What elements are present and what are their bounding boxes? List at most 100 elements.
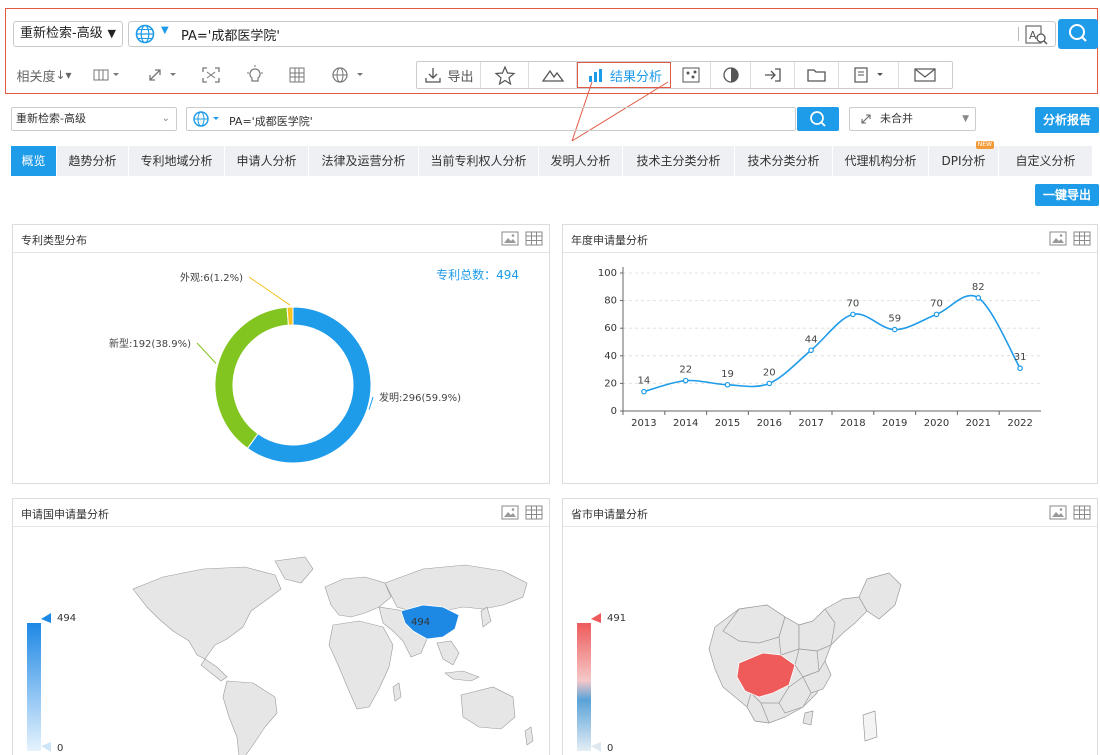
panel-header: 年度申请量分析 [563,225,1097,253]
tab-overview[interactable]: 概览 [11,146,57,176]
data-label: 44 [805,334,818,345]
data-label: 20 [763,367,776,378]
data-label: 70 [930,298,943,309]
legend-min: 0 [57,743,63,754]
x-tick-label: 2019 [882,418,907,429]
x-tick-label: 2018 [840,418,865,429]
patent-type-donut: 发明:296(59.9%) 新型:192(38.9%) 外观:6(1.2%) [109,272,461,464]
search-bar[interactable]: PA='成都医学院' [186,107,796,131]
legend-gradient [577,623,591,751]
data-point[interactable] [724,381,731,388]
china-provinces [708,572,902,742]
merge-label: 未合并 [880,112,913,125]
y-tick-label: 0 [611,406,617,417]
image-icon[interactable] [1049,505,1067,520]
panel-header: 省市申请量分析 [563,499,1097,527]
label-leader-line [248,276,291,306]
legend-max: 491 [607,613,626,624]
chevron-down-icon: ⌄ [161,113,170,124]
image-icon[interactable] [501,505,519,520]
tab-agency[interactable]: 代理机构分析 [833,146,929,176]
panel-title: 省市申请量分析 [571,508,648,521]
y-tick-label: 40 [604,351,617,362]
data-point[interactable] [641,388,647,395]
data-point[interactable] [891,326,898,333]
search-mode-select[interactable]: 重新检索-高级 ⌄ [11,107,177,131]
panel-title: 专利类型分布 [21,234,87,247]
legend-max-handle[interactable] [591,613,601,623]
panel-header: 申请国申请量分析 [13,499,549,527]
legend-max-handle[interactable] [41,613,51,623]
x-tick-label: 2017 [798,418,823,429]
panel-header: 专利类型分布 [13,225,549,253]
panel-yearly-applications: 年度申请量分析 0 20 40 60 80 100 2013 2014 2015 2016 2017… [562,224,1098,484]
data-point[interactable] [1017,365,1023,372]
donut-slice-1[interactable] [214,306,289,450]
tab-custom[interactable]: 自定义分析 [999,146,1092,176]
tab-class[interactable]: 技术分类分析 [735,146,833,176]
image-icon[interactable] [1049,231,1067,246]
new-badge: NEW [975,141,994,149]
table-icon[interactable] [525,231,543,246]
world-continents [132,556,534,755]
export-all-button[interactable]: 一键导出 [1035,184,1099,206]
x-tick-label: 2014 [673,418,698,429]
china-value: 494 [411,617,430,628]
slice-label: 发明:296(59.9%) [379,391,461,404]
x-tick-label: 2015 [715,418,740,429]
panel-patent-type: 专利类型分布 专利总数：494 发明:296(59.9%) 新型:192(38.9… [12,224,550,484]
panel-title: 申请国申请量分析 [21,508,109,521]
x-tick-label: 2022 [1007,418,1032,429]
search-button[interactable] [797,107,839,131]
donut-slice-2[interactable] [286,306,294,326]
search-icon [810,111,826,127]
data-point[interactable] [975,295,982,301]
tab-region[interactable]: 专利地域分析 [129,146,225,176]
tab-applicant[interactable]: 申请人分析 [225,146,309,176]
data-point[interactable] [766,380,773,387]
analysis-tabs: 概览 趋势分析 专利地域分析 申请人分析 法律及运营分析 当前专利权人分析 发明… [11,141,1092,176]
tab-legal[interactable]: 法律及运营分析 [309,146,419,176]
table-icon[interactable] [525,505,543,520]
data-point[interactable] [850,311,856,318]
panel-title: 年度申请量分析 [571,234,648,247]
tab-current-owner[interactable]: 当前专利权人分析 [419,146,539,176]
data-label: 59 [888,314,901,325]
data-label: 14 [638,376,651,387]
caret-down-icon: ▼ [962,114,969,124]
x-tick-label: 2020 [924,418,949,429]
data-point[interactable] [933,311,940,318]
tab-trend[interactable]: 趋势分析 [57,146,129,176]
tab-main-class[interactable]: 技术主分类分析 [623,146,735,176]
analysis-report-button[interactable]: 分析报告 [1035,107,1099,133]
globe-icon[interactable] [191,110,225,128]
world-map: 494 0 494 [27,556,534,755]
legend-min: 0 [607,743,613,754]
legend-max: 494 [57,613,76,624]
y-tick-label: 100 [598,268,617,279]
tab-inventor[interactable]: 发明人分析 [539,146,623,176]
table-icon[interactable] [1073,505,1091,520]
x-tick-label: 2021 [966,418,991,429]
tab-dpi[interactable]: DPI分析 NEW [929,141,999,176]
data-label: 31 [1014,352,1027,363]
data-label: 82 [972,282,985,293]
table-icon[interactable] [1073,231,1091,246]
data-label: 19 [721,369,734,380]
data-point[interactable] [808,347,814,354]
image-icon[interactable] [501,231,519,246]
merge-select[interactable]: 未合并 ▼ [849,107,976,131]
data-label: 22 [679,365,692,376]
legend-min-handle[interactable] [41,742,51,752]
y-tick-label: 60 [604,323,617,334]
x-tick-label: 2016 [757,418,782,429]
panel-province-applications: 省市申请量分析 491 0 [562,498,1098,755]
slice-label: 外观:6(1.2%) [180,272,243,284]
china-map: 491 0 [577,572,902,754]
slice-label: 新型:192(38.9%) [109,337,191,350]
search-mode-label: 重新检索-高级 [16,112,86,125]
data-point[interactable] [682,377,689,384]
legend-min-handle[interactable] [591,742,601,752]
search-input[interactable]: PA='成都医学院' [229,113,313,129]
y-tick-label: 80 [604,296,617,307]
